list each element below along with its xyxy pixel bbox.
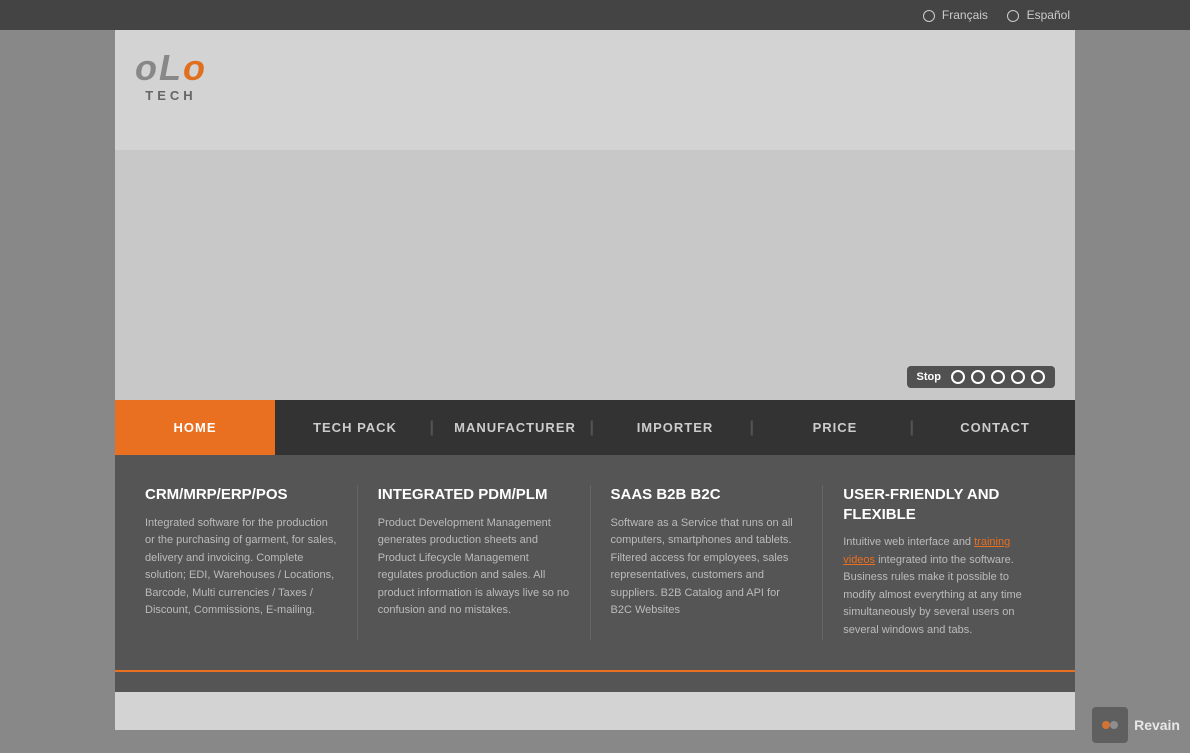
feature-pdm: INTEGRATED PDM/PLM Product Development M…	[358, 485, 591, 640]
nav-price[interactable]: PRICE	[755, 400, 915, 455]
logo-area: oLo TECH	[135, 50, 207, 103]
feature-saas-text: Software as a Service that runs on all c…	[611, 515, 803, 621]
nav-importer[interactable]: IMPORTER	[595, 400, 755, 455]
main-wrapper: oLo TECH Stop HOME TECH PACK MANUFACTURE…	[115, 30, 1075, 730]
slide-dot-5[interactable]	[1031, 370, 1045, 384]
main-nav: HOME TECH PACK MANUFACTURER IMPORTER PRI…	[115, 400, 1075, 455]
feature-crm: CRM/MRP/ERP/POS Integrated software for …	[135, 485, 358, 640]
slideshow-controls: Stop	[907, 366, 1055, 388]
logo-l: L	[159, 47, 183, 88]
revain-watermark: Revain	[1092, 707, 1180, 743]
nav-tech-pack[interactable]: TECH PACK	[275, 400, 435, 455]
nav-home[interactable]: HOME	[115, 400, 275, 455]
feature-saas: SAAS B2B B2C Software as a Service that …	[591, 485, 824, 640]
logo-o2: o	[183, 47, 207, 88]
feature-pdm-title: INTEGRATED PDM/PLM	[378, 485, 570, 505]
stop-button[interactable]: Stop	[917, 371, 941, 383]
logo-o1: o	[135, 47, 159, 88]
top-bar: Français Español	[0, 0, 1190, 30]
logo-subtext: TECH	[145, 88, 196, 103]
feature-ux: USER-FRIENDLY AND FLEXIBLE Intuitive web…	[823, 485, 1055, 640]
feature-pdm-text: Product Development Management generates…	[378, 515, 570, 621]
feature-saas-title: SAAS B2B B2C	[611, 485, 803, 505]
bottom-bar	[115, 670, 1075, 692]
lang-spanish-label: Español	[1027, 8, 1070, 22]
slide-dot-3[interactable]	[991, 370, 1005, 384]
header: oLo TECH	[115, 30, 1075, 150]
revain-icon	[1092, 707, 1128, 743]
slide-dot-1[interactable]	[951, 370, 965, 384]
feature-ux-text: Intuitive web interface and training vid…	[843, 534, 1035, 640]
slide-dot-4[interactable]	[1011, 370, 1025, 384]
lang-spanish-link[interactable]: Español	[1007, 8, 1070, 22]
globe-icon-french	[923, 10, 935, 22]
nav-contact[interactable]: CONTACT	[915, 400, 1075, 455]
feature-crm-title: CRM/MRP/ERP/POS	[145, 485, 337, 505]
revain-logo-icon	[1098, 713, 1122, 737]
feature-ux-title: USER-FRIENDLY AND FLEXIBLE	[843, 485, 1035, 524]
lang-french-link[interactable]: Français	[923, 8, 992, 22]
features-section: CRM/MRP/ERP/POS Integrated software for …	[115, 455, 1075, 670]
feature-crm-text: Integrated software for the production o…	[145, 515, 337, 621]
feature-ux-text-before: Intuitive web interface and	[843, 536, 974, 548]
lang-french-label: Français	[942, 8, 988, 22]
hero-banner: Stop	[115, 150, 1075, 400]
logo-text: oLo	[135, 50, 207, 86]
globe-icon-spanish	[1007, 10, 1019, 22]
nav-manufacturer[interactable]: MANUFACTURER	[435, 400, 595, 455]
slide-dot-2[interactable]	[971, 370, 985, 384]
revain-label: Revain	[1134, 717, 1180, 733]
